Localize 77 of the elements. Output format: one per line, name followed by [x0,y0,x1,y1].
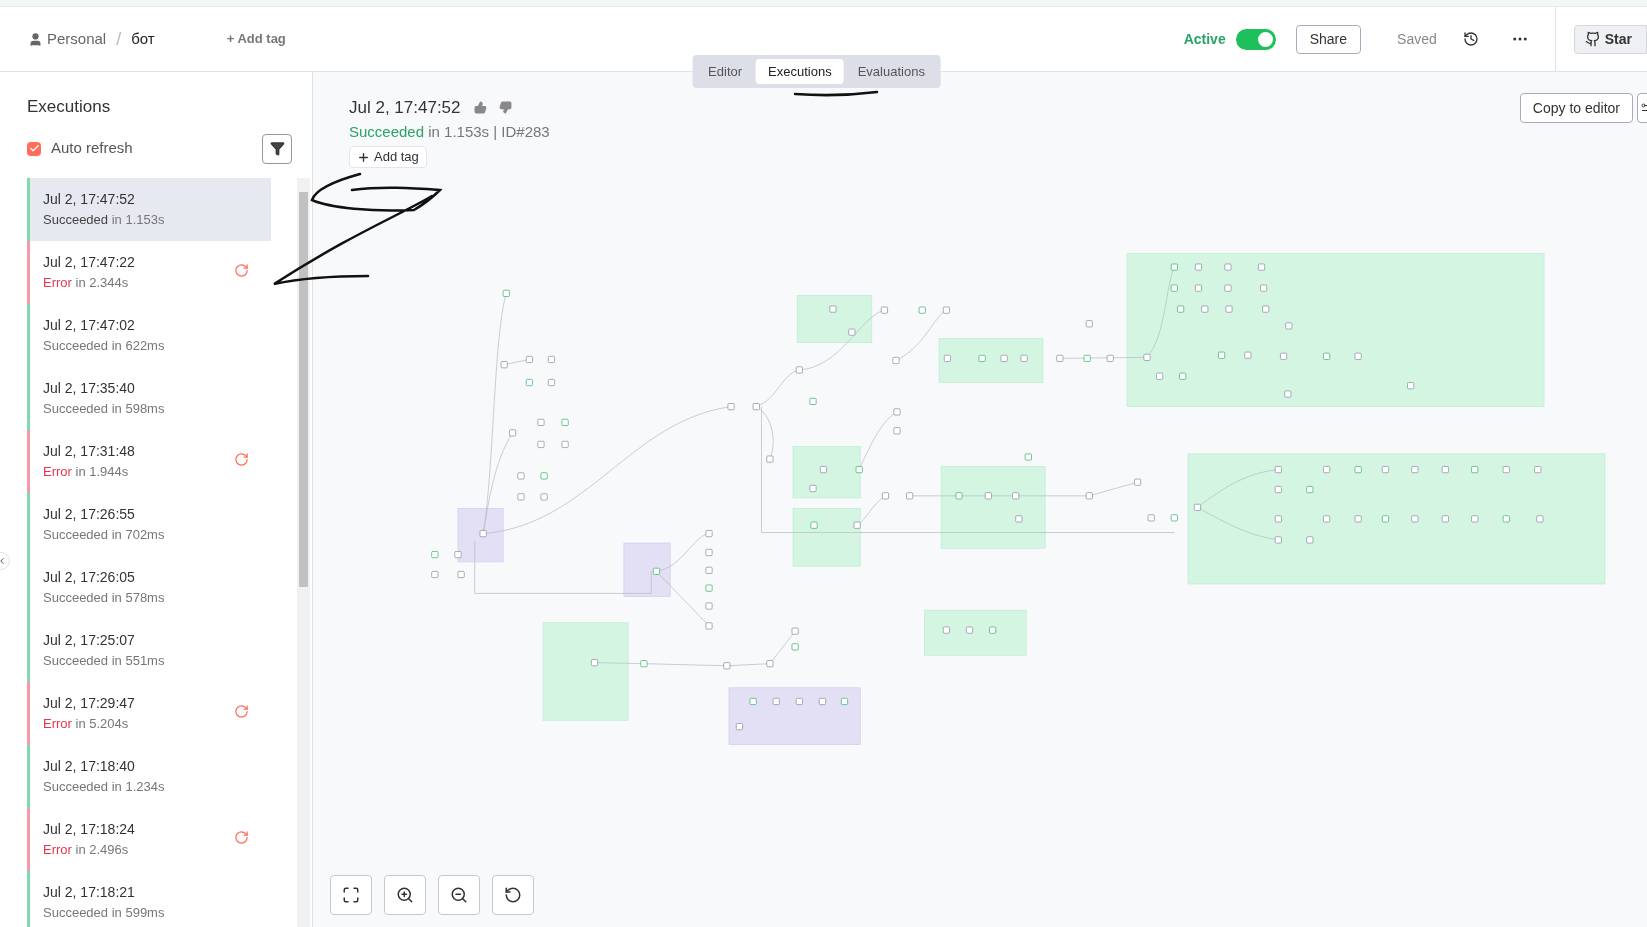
execution-time: Jul 2, 17:26:05 [43,567,136,587]
user-icon [28,31,43,47]
execution-item[interactable]: Jul 2, 17:18:21 Succeeded in 599ms [27,870,271,927]
execution-item[interactable]: Jul 2, 17:25:07 Succeeded in 551ms [27,618,271,682]
add-tag-link[interactable]: + Add tag [226,29,286,49]
execution-time: Jul 2, 17:35:40 [43,378,136,398]
active-label: Active [1183,29,1226,49]
zoom-out-icon [450,886,468,904]
execution-item[interactable]: Jul 2, 17:18:24 Error in 2.496s [27,807,271,871]
retry-icon[interactable] [234,703,249,719]
thumbs-up-icon[interactable] [473,101,487,115]
zoom-in-icon [396,886,414,904]
auto-refresh-checkbox[interactable] [27,141,41,156]
retry-icon[interactable] [234,451,249,467]
execution-time: Jul 2, 17:31:48 [43,441,135,461]
execution-status: Succeeded in 1.153s [43,210,165,229]
plus-icon [357,150,370,164]
execution-time: Jul 2, 17:18:24 [43,819,135,839]
zoom-out-button[interactable] [438,875,480,915]
reset-zoom-button[interactable] [492,875,534,915]
project-link[interactable]: Personal [47,27,107,51]
github-star-button[interactable]: Star [1573,24,1647,54]
execution-item[interactable]: Jul 2, 17:47:22 Error in 2.344s [27,240,271,304]
view-tab[interactable]: Executions [756,59,844,84]
filter-button[interactable] [262,133,292,164]
execution-status: Succeeded in 622ms [43,336,165,355]
retry-icon[interactable] [234,262,249,278]
copy-to-editor-button[interactable]: Copy to editor [1519,93,1633,123]
execution-item[interactable]: Jul 2, 17:18:40 Succeeded in 1.234s [27,744,271,808]
retry-icon[interactable] [234,829,249,845]
execution-summary: Succeeded in 1.153s | ID#283 [349,121,550,142]
github-icon [1584,31,1601,47]
execution-title: Jul 2, 17:47:52 [349,97,461,119]
auto-refresh-label: Auto refresh [51,138,133,159]
workflow-name[interactable]: бот [131,27,155,51]
add-tag-button[interactable]: Add tag [349,146,427,168]
execution-time: Jul 2, 17:47:02 [43,315,136,335]
execution-status: Error in 2.496s [43,840,130,859]
execution-status: Succeeded in 702ms [43,525,165,544]
execution-status: Succeeded in 598ms [43,399,165,418]
execution-time: Jul 2, 17:26:55 [43,504,136,524]
zoom-in-button[interactable] [384,875,426,915]
execution-status: Succeeded in 1.234s [43,777,165,796]
view-tab[interactable]: Editor [696,59,755,84]
execution-status: Error in 5.204s [43,714,130,733]
execution-status: Succeeded in 578ms [43,588,165,607]
execution-item[interactable]: Jul 2, 17:35:40 Succeeded in 598ms [27,366,271,430]
filter-icon [269,141,285,156]
chevron-left-icon [0,556,7,566]
execution-time: Jul 2, 17:18:21 [43,882,136,902]
execution-time: Jul 2, 17:47:52 [43,189,136,209]
execution-item[interactable]: Jul 2, 17:26:55 Succeeded in 702ms [27,492,271,556]
fit-view-button[interactable] [330,875,372,915]
execution-status: Error in 2.344s [43,273,130,292]
execution-item[interactable]: Jul 2, 17:47:02 Succeeded in 622ms [27,303,271,367]
scrollbar[interactable] [297,177,310,927]
active-toggle[interactable] [1235,28,1276,50]
execution-item[interactable]: Jul 2, 17:26:05 Succeeded in 578ms [27,555,271,619]
execution-time: Jul 2, 17:47:22 [43,252,135,272]
execution-time: Jul 2, 17:18:40 [43,756,136,776]
thumbs-down-icon[interactable] [498,101,512,115]
execution-status: Succeeded in 551ms [43,651,165,670]
execution-time: Jul 2, 17:29:47 [43,693,135,713]
breadcrumb-separator: / [116,27,122,51]
share-button[interactable]: Share [1295,24,1362,54]
execution-item[interactable]: Jul 2, 17:29:47 Error in 5.204s [27,681,271,745]
execution-item[interactable]: Jul 2, 17:47:52 Succeeded in 1.153s [27,177,271,241]
history-icon[interactable] [1462,31,1479,47]
execution-item[interactable]: Jul 2, 17:31:48 Error in 1.944s [27,429,271,493]
execution-status: Succeeded in 599ms [43,903,165,922]
fit-view-icon [342,886,360,904]
sidebar-title: Executions [26,96,112,118]
saved-status: Saved [1397,29,1437,49]
view-tab[interactable]: Evaluations [845,59,937,84]
execution-time: Jul 2, 17:25:07 [43,630,136,650]
execution-status: Error in 1.944s [43,462,130,481]
reset-zoom-icon [504,886,522,904]
